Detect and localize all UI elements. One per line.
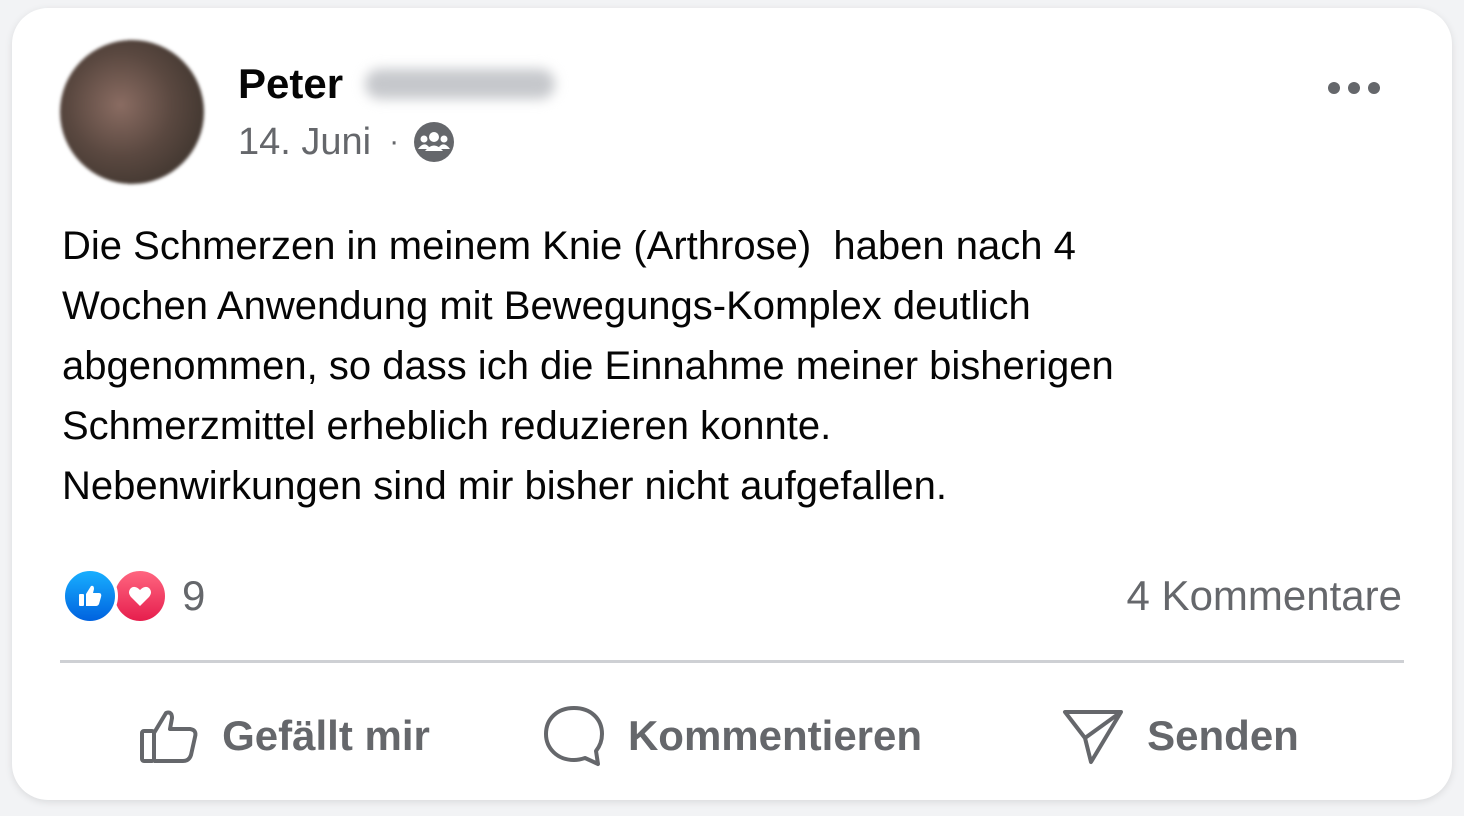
comment-bubble-icon	[543, 706, 604, 766]
like-label: Gefällt mir	[222, 712, 430, 759]
love-reaction-icon	[112, 568, 168, 624]
meta-separator: ·	[389, 125, 400, 158]
like-reaction-icon	[62, 568, 118, 624]
comments-count-link[interactable]: 4 Kommentare	[1127, 568, 1402, 624]
reaction-count: 9	[182, 572, 206, 619]
thumbs-up-icon	[140, 710, 198, 763]
avatar[interactable]	[60, 40, 204, 184]
friends-icon[interactable]	[413, 121, 455, 163]
post-text: Die Schmerzen in meinem Knie (Arthrose) …	[62, 224, 1114, 508]
more-options-icon[interactable]	[1326, 74, 1382, 102]
author-first-name[interactable]: Peter	[238, 58, 343, 110]
send-icon	[1063, 710, 1124, 764]
post-meta: 14. Juni ·	[238, 120, 455, 164]
like-button[interactable]: Gefällt mir	[60, 688, 508, 784]
share-label: Senden	[1147, 712, 1299, 759]
comment-label: Kommentieren	[627, 712, 923, 759]
divider	[60, 660, 1404, 663]
action-bar: Gefällt mir Kommentieren Senden	[60, 688, 1404, 784]
share-button[interactable]: Senden	[956, 688, 1404, 784]
reactions-summary[interactable]: 9	[62, 566, 205, 626]
comment-button[interactable]: Kommentieren	[508, 688, 956, 784]
author-name[interactable]: Peter	[238, 58, 556, 110]
post-card: Peter 14. Juni · Die Schmerzen in meinem…	[12, 8, 1452, 800]
post-date[interactable]: 14. Juni	[238, 120, 371, 164]
redacted-last-name	[365, 69, 556, 99]
